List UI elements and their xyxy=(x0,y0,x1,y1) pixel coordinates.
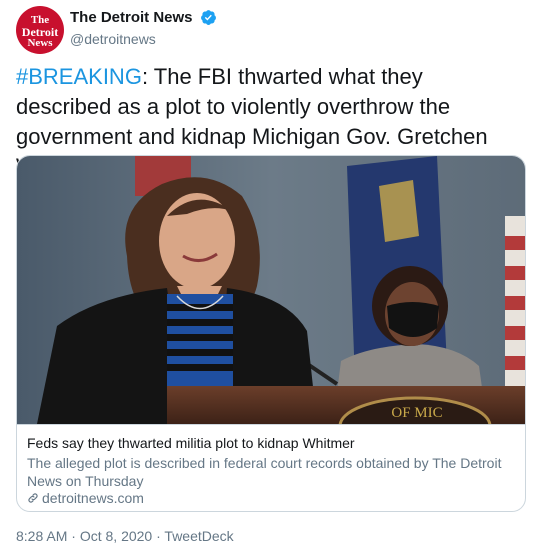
tweet-source[interactable]: TweetDeck xyxy=(164,528,233,544)
meta-separator: · xyxy=(152,528,165,544)
card-domain-text[interactable]: detroitnews.com xyxy=(42,490,144,506)
tweet: The Detroit News The Detroit News @detro… xyxy=(0,0,540,554)
hashtag-link[interactable]: #BREAKING xyxy=(16,64,142,89)
author-names: The Detroit News @detroitnews xyxy=(70,9,217,47)
seal-text: OF MIC xyxy=(391,405,442,421)
avatar[interactable]: The Detroit News xyxy=(16,6,64,54)
tweet-header: The Detroit News The Detroit News @detro… xyxy=(16,6,526,54)
card-title[interactable]: Feds say they thwarted militia plot to k… xyxy=(27,435,355,451)
link-card[interactable]: OF MIC Feds say they thwarted militia pl… xyxy=(16,155,526,512)
verified-badge-icon xyxy=(201,10,216,26)
display-name[interactable]: The Detroit News xyxy=(70,9,193,26)
meta-separator: · xyxy=(67,528,80,544)
handle[interactable]: @detroitnews xyxy=(70,31,217,47)
tweet-date[interactable]: Oct 8, 2020 xyxy=(80,528,152,544)
avatar-text-line: News xyxy=(27,37,53,49)
card-image[interactable]: OF MIC xyxy=(17,156,526,424)
tweet-time[interactable]: 8:28 AM xyxy=(16,528,67,544)
card-description: The alleged plot is described in federal… xyxy=(27,455,502,489)
tweet-meta: 8:28 AM · Oct 8, 2020 · TweetDeck xyxy=(16,528,234,544)
card-body[interactable]: Feds say they thwarted militia plot to k… xyxy=(17,424,525,511)
card-domain[interactable]: detroitnews.com xyxy=(27,490,144,506)
link-icon xyxy=(28,493,38,503)
